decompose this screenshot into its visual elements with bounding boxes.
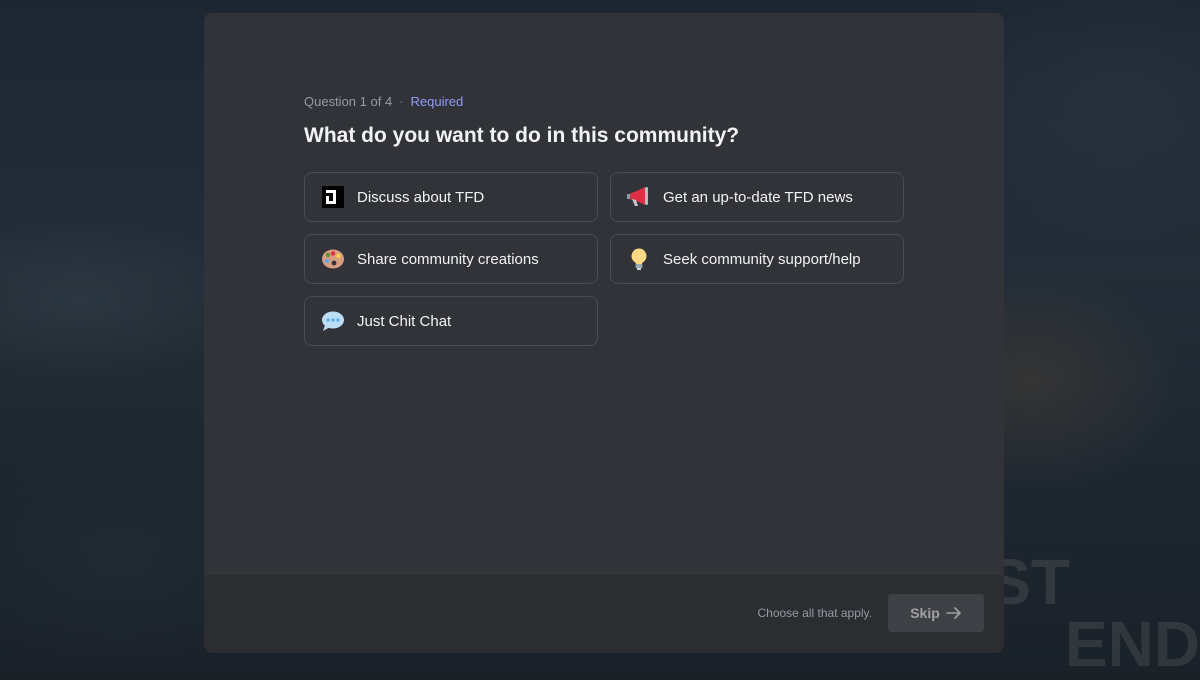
question-content: Question 1 of 4 · Required What do you wan… [304,94,904,346]
arrow-right-icon [945,607,961,619]
option-chit-chat[interactable]: Just Chit Chat [304,296,598,346]
lightbulb-icon [627,247,651,271]
required-label: Required [410,94,464,109]
onboarding-modal: Question 1 of 4 · Required What do you wan… [204,13,1004,653]
background-text-line: END [1064,608,1200,680]
option-tfd-news[interactable]: Get an up-to-date TFD news [610,172,904,222]
option-label: Get an up-to-date TFD news [663,188,853,206]
footer-hint: Choose all that apply. [757,606,872,620]
option-label: Just Chit Chat [357,312,452,330]
skip-button[interactable]: Skip [888,594,984,632]
question-title: What do you want to do in this community… [304,124,740,147]
palette-icon [321,247,345,271]
background-title-fragment: ST END [988,550,1200,680]
modal-footer: Choose all that apply. Skip [204,575,1004,653]
question-meta: Question 1 of 4 · Required [304,94,904,110]
speech-balloon-icon [321,309,345,333]
megaphone-icon [627,185,651,209]
tfd-logo-icon [321,185,345,209]
question-counter: Question 1 of 4 [304,94,393,109]
option-discuss-tfd[interactable]: Discuss about TFD [304,172,598,222]
skip-label: Skip [910,605,940,621]
option-label: Discuss about TFD [357,188,485,206]
option-seek-support[interactable]: Seek community support/help [610,234,904,284]
option-label: Seek community support/help [663,250,861,268]
options-grid: Discuss about TFD Get an up-to-date TFD … [304,172,904,346]
meta-separator: · [399,94,404,109]
option-label: Share community creations [357,250,539,268]
option-share-creations[interactable]: Share community creations [304,234,598,284]
